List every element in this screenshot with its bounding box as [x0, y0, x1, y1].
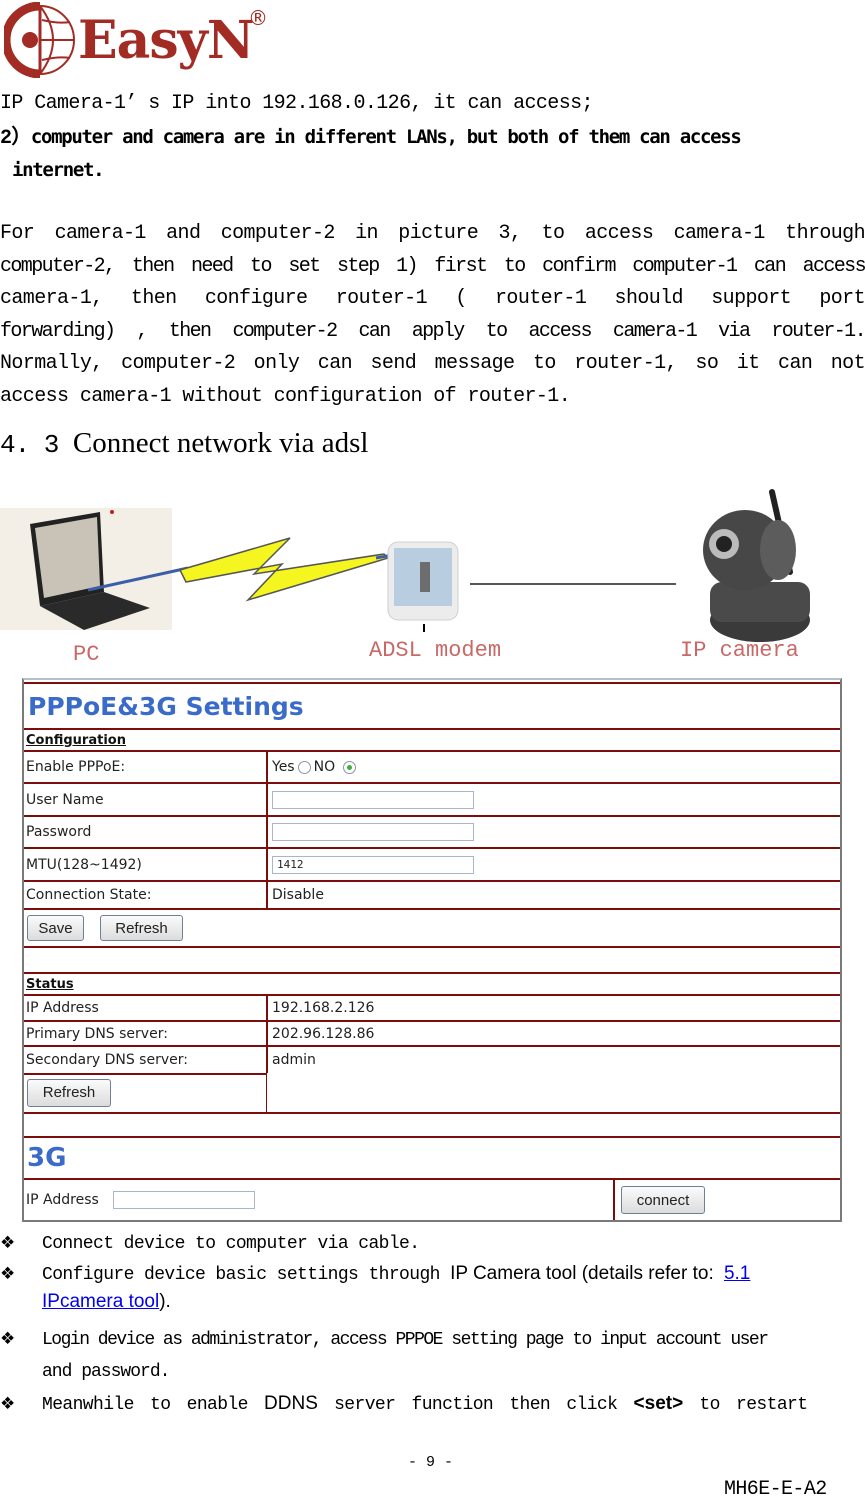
- settings-title: PPPoE&3G Settings: [28, 691, 304, 721]
- enable-pppoe-label: Enable PPPoE:: [26, 759, 126, 775]
- yes-radio[interactable]: [297, 760, 311, 774]
- status-value: 202.96.128.86: [272, 1025, 375, 1042]
- status-heading-row: Status: [24, 974, 840, 996]
- username-label: User Name: [26, 791, 104, 808]
- link-ipcamera-tool[interactable]: IPcamera tool: [42, 1291, 159, 1312]
- spacer-row: [24, 1114, 840, 1138]
- 3g-title-row: 3G: [24, 1138, 840, 1180]
- bullet-continuation: IPcamera tool).: [42, 1291, 171, 1313]
- section-title: Connect network via adsl: [72, 427, 369, 459]
- status-row: Secondary DNS server: admin: [24, 1047, 840, 1073]
- status-value: admin: [272, 1052, 316, 1068]
- paragraph-line: Normally, computer-2 only can send messa…: [0, 352, 865, 376]
- 3g-ip-label: IP Address: [26, 1192, 99, 1208]
- bullet-text-highlight: IP Camera tool (details refer to:: [450, 1263, 714, 1284]
- paragraph-line: computer-2, then need to set step 1) fir…: [0, 254, 865, 278]
- status-label: Primary DNS server:: [26, 1025, 168, 1042]
- diamond-bullet-icon: ❖: [0, 1329, 16, 1349]
- mtu-input[interactable]: [272, 855, 474, 874]
- body-paragraph: For camera-1 and computer-2 in picture 3…: [0, 218, 865, 414]
- spacer-row: [24, 948, 840, 974]
- diagram-label-camera: IP camera: [680, 638, 799, 663]
- paragraph-line: For camera-1 and computer-2 in picture 3…: [0, 222, 865, 245]
- list-item-continuation: internet.: [12, 159, 105, 181]
- bullet-text-end: ).: [159, 1291, 171, 1312]
- intro-line: IP Camera-1’ s IP into 192.168.0.126, it…: [0, 92, 594, 115]
- section-heading: 4. 3 Connect network via adsl: [0, 427, 369, 460]
- diamond-bullet-icon: ❖: [0, 1264, 15, 1284]
- diamond-bullet-icon: ❖: [0, 1394, 15, 1414]
- bullet-text: Meanwhile to enable: [42, 1395, 248, 1415]
- pppoe-settings-panel: PPPoE&3G Settings Configuration Enable P…: [22, 678, 842, 1222]
- bullet-item: ❖ Meanwhile to enable DDNS server functio…: [0, 1388, 865, 1422]
- 3g-ip-row: IP Address connect: [24, 1180, 840, 1220]
- logo-wordmark: EasyN: [78, 10, 254, 71]
- yes-label: Yes: [272, 759, 295, 775]
- status-label: IP Address: [26, 1000, 99, 1016]
- status-row: IP Address 192.168.2.126: [24, 996, 840, 1022]
- bullet-text: Login device as administrator, access PP…: [42, 1330, 769, 1350]
- settings-title-row: PPPoE&3G Settings: [24, 682, 840, 730]
- easyn-logo: EasyN ®: [4, 0, 268, 80]
- globe-logo-icon: [4, 2, 75, 78]
- config-buttons-row: Save Refresh: [24, 910, 840, 948]
- configuration-heading-row: Configuration: [24, 730, 840, 752]
- registered-mark: ®: [248, 6, 268, 30]
- bullet-text: to restart: [699, 1395, 808, 1415]
- connection-state-label: Connection State:: [26, 887, 152, 903]
- config-refresh-button[interactable]: Refresh: [100, 915, 183, 941]
- section-number: 4. 3: [0, 430, 59, 460]
- set-label: <set>: [633, 1393, 684, 1414]
- adsl-modem-icon: [387, 541, 459, 632]
- diagram-label-pc: PC: [73, 642, 100, 667]
- configuration-heading: Configuration: [26, 732, 126, 748]
- diamond-bullet-icon: ❖: [0, 1233, 15, 1253]
- save-button[interactable]: Save: [27, 915, 84, 941]
- ddns-label: DDNS: [264, 1393, 318, 1414]
- username-row: User Name: [24, 784, 840, 817]
- status-value: 192.168.2.126: [272, 1000, 375, 1016]
- bullet-continuation: and password.: [42, 1362, 170, 1382]
- password-row: Password: [24, 817, 840, 849]
- list-item-text: computer and camera are in different LAN…: [30, 126, 742, 148]
- bullet-text: server function then click: [334, 1395, 618, 1415]
- paragraph-line: access camera-1 without configuration of…: [0, 384, 571, 408]
- enable-pppoe-row: Enable PPPoE: Yes NO: [24, 752, 840, 784]
- status-row: Primary DNS server: 202.96.128.86: [24, 1022, 840, 1047]
- bullet-item: ❖ Login device as administrator, access P…: [0, 1323, 769, 1357]
- network-diagram: PC ADSL modem IP camera: [0, 482, 865, 672]
- connection-state-row: Connection State: Disable: [24, 882, 840, 910]
- status-heading: Status: [26, 976, 74, 992]
- bullet-text: Connect device to computer via cable.: [42, 1234, 420, 1254]
- diagram-label-modem: ADSL modem: [369, 638, 502, 663]
- bullet-item: ❖ Configure device basic settings through…: [0, 1258, 865, 1292]
- mtu-label: MTU(128~1492): [26, 856, 142, 873]
- password-label: Password: [26, 824, 92, 840]
- status-label: Secondary DNS server:: [26, 1052, 188, 1068]
- connection-state-value: Disable: [272, 887, 324, 903]
- bullet-item: ❖ Connect device to computer via cable.: [0, 1227, 420, 1261]
- password-input[interactable]: [272, 823, 474, 841]
- username-input[interactable]: [272, 790, 474, 809]
- list-item-2: 2）computer and camera are in different L…: [0, 121, 865, 156]
- link-5-1[interactable]: 5.1: [724, 1263, 750, 1284]
- bullet-text: Configure device basic settings through: [42, 1265, 440, 1285]
- 3g-ip-input[interactable]: [112, 1191, 255, 1209]
- paragraph-line: forwarding) , then computer-2 can apply …: [0, 319, 865, 343]
- status-refresh-button[interactable]: Refresh: [27, 1078, 111, 1107]
- mtu-row: MTU(128~1492): [24, 849, 840, 882]
- page-number: - 9 -: [408, 1454, 454, 1471]
- laptop-icon: [0, 508, 172, 630]
- document-code: MH6E-E-A2: [724, 1478, 827, 1501]
- no-label: NO: [313, 759, 336, 775]
- ip-camera-icon: [703, 489, 810, 642]
- status-refresh-row: Refresh: [24, 1073, 840, 1114]
- 3g-title: 3G: [27, 1143, 67, 1173]
- list-item-number: 2）: [0, 127, 31, 150]
- no-radio[interactable]: [343, 760, 357, 774]
- paragraph-line: camera-1, then configure router-1 ( rout…: [0, 287, 865, 311]
- connect-button[interactable]: connect: [621, 1186, 705, 1214]
